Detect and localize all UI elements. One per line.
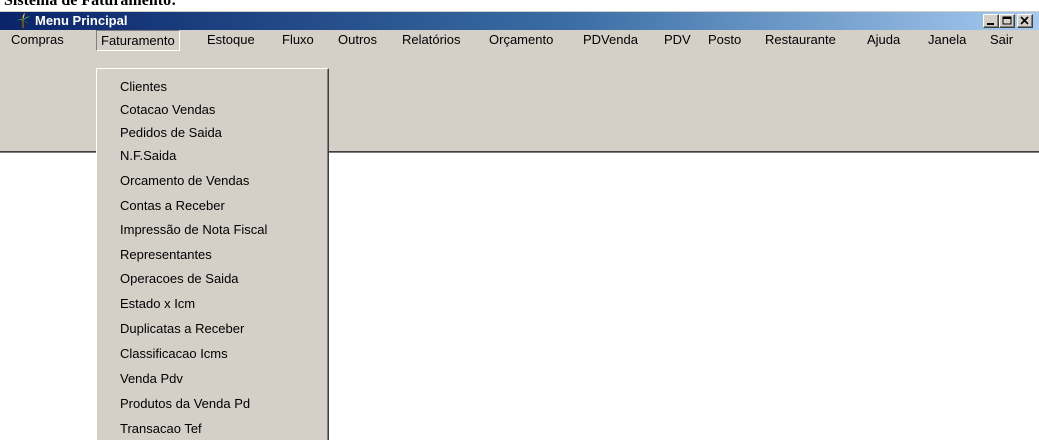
menu-option-clientes[interactable]: Clientes — [120, 75, 167, 98]
menu-option-classificacao-icms[interactable]: Classificacao Icms — [120, 342, 228, 365]
menu-option-produtos-da-venda-pd[interactable]: Produtos da Venda Pd — [120, 392, 250, 415]
window-title: Menu Principal — [35, 13, 128, 28]
menu-option-transacao-tef[interactable]: Transacao Tef — [120, 417, 202, 440]
menu-option-duplicatas-a-receber[interactable]: Duplicatas a Receber — [120, 317, 244, 340]
menu-option-operacoes-de-saida[interactable]: Operacoes de Saida — [120, 267, 239, 290]
menu-pdv[interactable]: PDV — [659, 30, 696, 51]
close-button[interactable] — [1017, 14, 1033, 28]
menu-option-impressao-de-nota-fiscal[interactable]: Impressão de Nota Fiscal — [120, 218, 267, 241]
menu-option-venda-pdv[interactable]: Venda Pdv — [120, 367, 183, 390]
menu-pdvenda[interactable]: PDVenda — [578, 30, 643, 51]
menu-fluxo[interactable]: Fluxo — [277, 30, 319, 51]
minimize-button[interactable] — [983, 14, 999, 28]
menu-posto[interactable]: Posto — [703, 30, 746, 51]
menu-option-pedidos-de-saida[interactable]: Pedidos de Saida — [120, 121, 222, 144]
menu-relatorios[interactable]: Relatórios — [397, 30, 466, 51]
menu-faturamento[interactable]: Faturamento — [96, 30, 180, 51]
maximize-button[interactable] — [999, 14, 1015, 28]
menu-ajuda[interactable]: Ajuda — [862, 30, 905, 51]
menu-option-cotacao-vendas[interactable]: Cotacao Vendas — [120, 98, 215, 121]
menu-option-representantes[interactable]: Representantes — [120, 243, 212, 266]
title-bar[interactable]: Menu Principal — [0, 12, 1039, 30]
document-heading: Sistema de Faturamento: — [4, 0, 177, 9]
menu-option-orcamento-de-vendas[interactable]: Orcamento de Vendas — [120, 169, 249, 192]
minimize-icon — [987, 23, 994, 25]
close-icon — [1020, 16, 1029, 25]
menu-restaurante[interactable]: Restaurante — [760, 30, 841, 51]
menu-bar: Compras Faturamento Estoque Fluxo Outros… — [0, 30, 1039, 51]
maximize-icon — [1002, 16, 1012, 25]
menu-outros[interactable]: Outros — [333, 30, 382, 51]
menu-janela[interactable]: Janela — [923, 30, 971, 51]
menu-compras[interactable]: Compras — [6, 30, 69, 51]
menu-option-estado-x-icm[interactable]: Estado x Icm — [120, 292, 195, 315]
faturamento-dropdown-menu: Clientes Cotacao Vendas Pedidos de Saida… — [96, 68, 329, 440]
menu-option-contas-a-receber[interactable]: Contas a Receber — [120, 194, 225, 217]
menu-orcamento[interactable]: Orçamento — [484, 30, 558, 51]
menu-sair[interactable]: Sair — [985, 30, 1018, 51]
tree-app-icon[interactable] — [15, 13, 31, 29]
menu-estoque[interactable]: Estoque — [202, 30, 260, 51]
menu-option-nf-saida[interactable]: N.F.Saida — [120, 144, 176, 167]
